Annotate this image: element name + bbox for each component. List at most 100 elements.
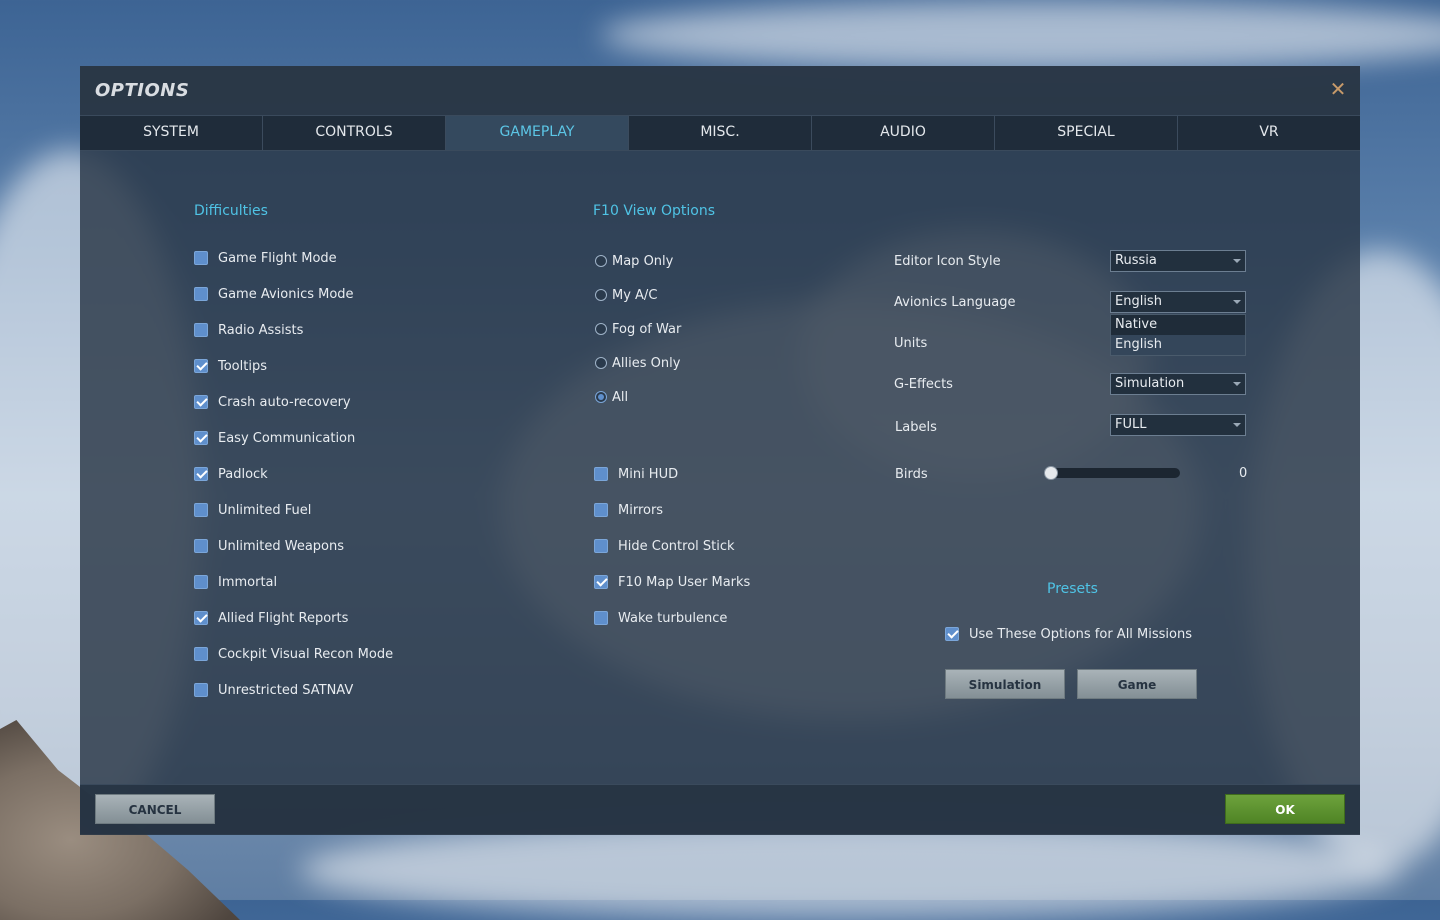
option-label: Allied Flight Reports <box>218 610 349 626</box>
labels-select[interactable]: FULL <box>1110 414 1246 436</box>
difficulty-option-unrestricted-satnav: Unrestricted SATNAV <box>194 681 353 699</box>
radio-label: My A/C <box>612 287 658 303</box>
checkbox[interactable] <box>194 611 208 625</box>
avionics-language-value: English <box>1115 294 1162 309</box>
dropdown-option-native[interactable]: Native <box>1111 315 1245 335</box>
radio-label: Allies Only <box>612 355 681 371</box>
difficulty-option-allied-flight-reports: Allied Flight Reports <box>194 609 348 627</box>
radio-label: Map Only <box>612 253 674 269</box>
g-effects-select[interactable]: Simulation <box>1110 373 1246 395</box>
dialog-footer: CANCEL OK <box>80 784 1360 835</box>
option-label: Unlimited Weapons <box>218 538 345 554</box>
radio-button[interactable] <box>595 391 607 403</box>
option-label: Game Flight Mode <box>218 250 337 266</box>
checkbox[interactable] <box>194 287 208 301</box>
tab-special[interactable]: SPECIAL <box>995 116 1178 150</box>
tab-system[interactable]: SYSTEM <box>80 116 263 150</box>
birds-slider-knob[interactable] <box>1044 466 1058 480</box>
checkbox[interactable] <box>194 395 208 409</box>
checkbox[interactable] <box>194 323 208 337</box>
option-label: Padlock <box>218 466 268 482</box>
cancel-button[interactable]: CANCEL <box>95 794 215 824</box>
checkbox[interactable] <box>594 611 608 625</box>
checkbox[interactable] <box>194 647 208 661</box>
radio-button[interactable] <box>595 255 607 267</box>
checkbox[interactable] <box>194 575 208 589</box>
close-icon[interactable]: ✕ <box>1328 79 1348 99</box>
option-label: Unrestricted SATNAV <box>218 682 354 698</box>
use-all-missions-checkbox[interactable] <box>945 627 959 641</box>
option-label: Radio Assists <box>218 322 304 338</box>
game-preset-button[interactable]: Game <box>1077 669 1197 699</box>
option-label: Crash auto-recovery <box>218 394 351 410</box>
checkbox[interactable] <box>194 251 208 265</box>
radio-label: Fog of War <box>612 321 682 337</box>
checkbox[interactable] <box>594 575 608 589</box>
checkbox[interactable] <box>594 503 608 517</box>
difficulties-title: Difficulties <box>194 203 268 219</box>
dropdown-option-english[interactable]: English <box>1111 335 1245 355</box>
avionics-language-dropdown: Native English <box>1110 314 1246 356</box>
ok-button[interactable]: OK <box>1225 794 1345 824</box>
avionics-language-label: Avionics Language <box>894 295 1016 310</box>
title-bar: OPTIONS ✕ <box>80 66 1360 115</box>
birds-label: Birds <box>895 467 928 482</box>
option-label: Mirrors <box>618 502 664 518</box>
radio-button[interactable] <box>595 323 607 335</box>
tab-misc[interactable]: MISC. <box>629 116 812 150</box>
checkbox[interactable] <box>194 503 208 517</box>
checkbox[interactable] <box>594 539 608 553</box>
radio-button[interactable] <box>595 357 607 369</box>
chevron-down-icon <box>1233 423 1241 427</box>
option-label: Cockpit Visual Recon Mode <box>218 646 394 662</box>
tab-controls[interactable]: CONTROLS <box>263 116 446 150</box>
checkbox[interactable] <box>194 431 208 445</box>
f10-radio-allies-only: Allies Only <box>595 354 680 372</box>
option-label: Hide Control Stick <box>618 538 735 554</box>
option-label: Easy Communication <box>218 430 356 446</box>
g-effects-value: Simulation <box>1115 376 1185 391</box>
option-label: Wake turbulence <box>618 610 728 626</box>
f10-option-hide-control-stick: Hide Control Stick <box>594 537 735 555</box>
checkbox[interactable] <box>194 539 208 553</box>
option-label: F10 Map User Marks <box>618 574 751 590</box>
birds-slider-track[interactable] <box>1044 468 1180 478</box>
difficulty-option-padlock: Padlock <box>194 465 268 483</box>
f10-option-wake-turbulence: Wake turbulence <box>594 609 727 627</box>
difficulty-option-radio-assists: Radio Assists <box>194 321 303 339</box>
f10-option-mirrors: Mirrors <box>594 501 663 519</box>
option-label: Immortal <box>218 574 278 590</box>
background-cloud <box>300 820 1400 920</box>
f10-radio-my-a-c: My A/C <box>595 286 657 304</box>
difficulty-option-unlimited-fuel: Unlimited Fuel <box>194 501 311 519</box>
radio-button[interactable] <box>595 289 607 301</box>
labels-label: Labels <box>895 420 937 435</box>
tab-audio[interactable]: AUDIO <box>812 116 995 150</box>
checkbox[interactable] <box>594 467 608 481</box>
option-label: Game Avionics Mode <box>218 286 354 302</box>
units-label: Units <box>894 336 928 351</box>
tab-vr[interactable]: VR <box>1178 116 1360 150</box>
avionics-language-select[interactable]: English <box>1110 291 1246 313</box>
checkbox[interactable] <box>194 683 208 697</box>
difficulty-option-game-avionics-mode: Game Avionics Mode <box>194 285 354 303</box>
editor-icon-style-select[interactable]: Russia <box>1110 250 1246 272</box>
radio-label: All <box>612 389 629 405</box>
birds-value: 0 <box>1239 466 1248 481</box>
use-all-missions-label: Use These Options for All Missions <box>969 626 1192 642</box>
f10-radio-all: All <box>595 388 628 406</box>
checkbox[interactable] <box>194 359 208 373</box>
options-dialog: OPTIONS ✕ SYSTEM CONTROLS GAMEPLAY MISC.… <box>80 66 1360 835</box>
chevron-down-icon <box>1233 382 1241 386</box>
difficulty-option-tooltips: Tooltips <box>194 357 267 375</box>
f10-option-f10-map-user-marks: F10 Map User Marks <box>594 573 750 591</box>
f10-option-mini-hud: Mini HUD <box>594 465 678 483</box>
difficulty-option-easy-communication: Easy Communication <box>194 429 355 447</box>
simulation-preset-button[interactable]: Simulation <box>945 669 1065 699</box>
tab-gameplay[interactable]: GAMEPLAY <box>446 116 629 150</box>
checkbox[interactable] <box>194 467 208 481</box>
difficulty-option-unlimited-weapons: Unlimited Weapons <box>194 537 344 555</box>
chevron-down-icon <box>1233 300 1241 304</box>
difficulty-option-immortal: Immortal <box>194 573 277 591</box>
labels-value: FULL <box>1115 417 1147 432</box>
